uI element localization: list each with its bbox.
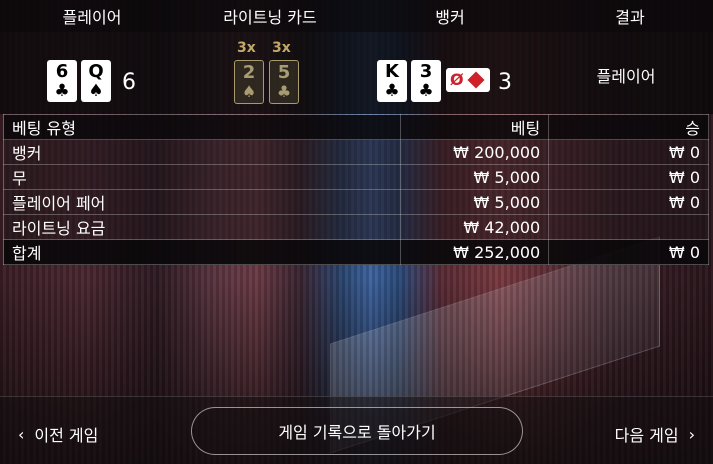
- cell-bet: ₩ 5,000: [400, 189, 550, 215]
- lightning-card-2: 5 ♣: [269, 60, 299, 104]
- header-banker: 뱅커: [435, 8, 465, 27]
- player-card-2: Q ♠: [81, 60, 111, 102]
- header-lightning-cards: 라이트닝 카드: [223, 8, 317, 27]
- cell-type: 플레이어 페어: [2, 189, 402, 215]
- cell-type: 뱅커: [2, 139, 402, 165]
- footer-nav: ‹ 이전 게임 게임 기록으로 돌아가기 다음 게임 ›: [0, 396, 713, 464]
- cell-bet: ₩ 252,000: [400, 239, 550, 265]
- lightning-multiplier-1: 3x: [237, 40, 256, 56]
- lightning-multiplier-2: 3x: [272, 40, 291, 56]
- player-score: 6: [122, 70, 136, 95]
- chevron-left-icon: ‹: [18, 424, 25, 444]
- chevron-right-icon: ›: [688, 424, 695, 444]
- back-to-history-button[interactable]: 게임 기록으로 돌아가기: [191, 407, 523, 455]
- cell-bet: ₩ 5,000: [400, 164, 550, 190]
- cell-bet: ₩ 42,000: [400, 214, 550, 240]
- badge-symbol: Ø: [450, 70, 464, 89]
- banker-card-2: 3 ♣: [411, 60, 441, 102]
- cell-win: ₩ 0: [548, 164, 709, 190]
- header-result: 결과: [615, 8, 645, 27]
- table-total-row: 합계 ₩ 252,000 ₩ 0: [2, 239, 709, 265]
- table-row: 라이트닝 요금 ₩ 42,000: [2, 214, 709, 240]
- table-row: 뱅커 ₩ 200,000 ₩ 0: [2, 139, 709, 165]
- col-bet-type: 베팅 유형: [2, 114, 402, 140]
- bet-table: 베팅 유형 베팅 승 뱅커 ₩ 200,000 ₩ 0 무 ₩ 5,000 ₩ …: [2, 114, 709, 265]
- cell-win: ₩ 0: [548, 239, 709, 265]
- table-row: 무 ₩ 5,000 ₩ 0: [2, 164, 709, 190]
- cell-type: 합계: [2, 239, 402, 265]
- banker-card-1: K ♣: [377, 60, 407, 102]
- result-value: 플레이어: [596, 67, 656, 86]
- banker-lightning-badge: Ø: [446, 68, 490, 92]
- header-player: 플레이어: [62, 8, 122, 27]
- cell-type: 무: [2, 164, 402, 190]
- col-win: 승: [548, 114, 709, 140]
- lightning-card-1: 2 ♠: [234, 60, 264, 104]
- column-header: 플레이어 라이트닝 카드 뱅커 결과: [0, 0, 713, 32]
- next-game-label: 다음 게임: [614, 426, 679, 445]
- cell-win: [548, 214, 709, 240]
- banker-score: 3: [498, 70, 512, 95]
- col-bet: 베팅: [400, 114, 550, 140]
- cell-bet: ₩ 200,000: [400, 139, 550, 165]
- table-row: 플레이어 페어 ₩ 5,000 ₩ 0: [2, 189, 709, 215]
- player-card-1: 6 ♣: [47, 60, 77, 102]
- cell-type: 라이트닝 요금: [2, 214, 402, 240]
- hands-row: 6 ♣ Q ♠ 6 3x 3x 2 ♠ 5 ♣ K ♣ 3 ♣ Ø 3 플레이어: [0, 32, 713, 114]
- cell-win: ₩ 0: [548, 139, 709, 165]
- prev-game-button[interactable]: ‹ 이전 게임: [18, 422, 98, 446]
- cell-win: ₩ 0: [548, 189, 709, 215]
- table-header-row: 베팅 유형 베팅 승: [2, 114, 709, 140]
- next-game-button[interactable]: 다음 게임 ›: [615, 422, 695, 446]
- diamond-icon: [467, 71, 485, 89]
- prev-game-label: 이전 게임: [34, 426, 99, 445]
